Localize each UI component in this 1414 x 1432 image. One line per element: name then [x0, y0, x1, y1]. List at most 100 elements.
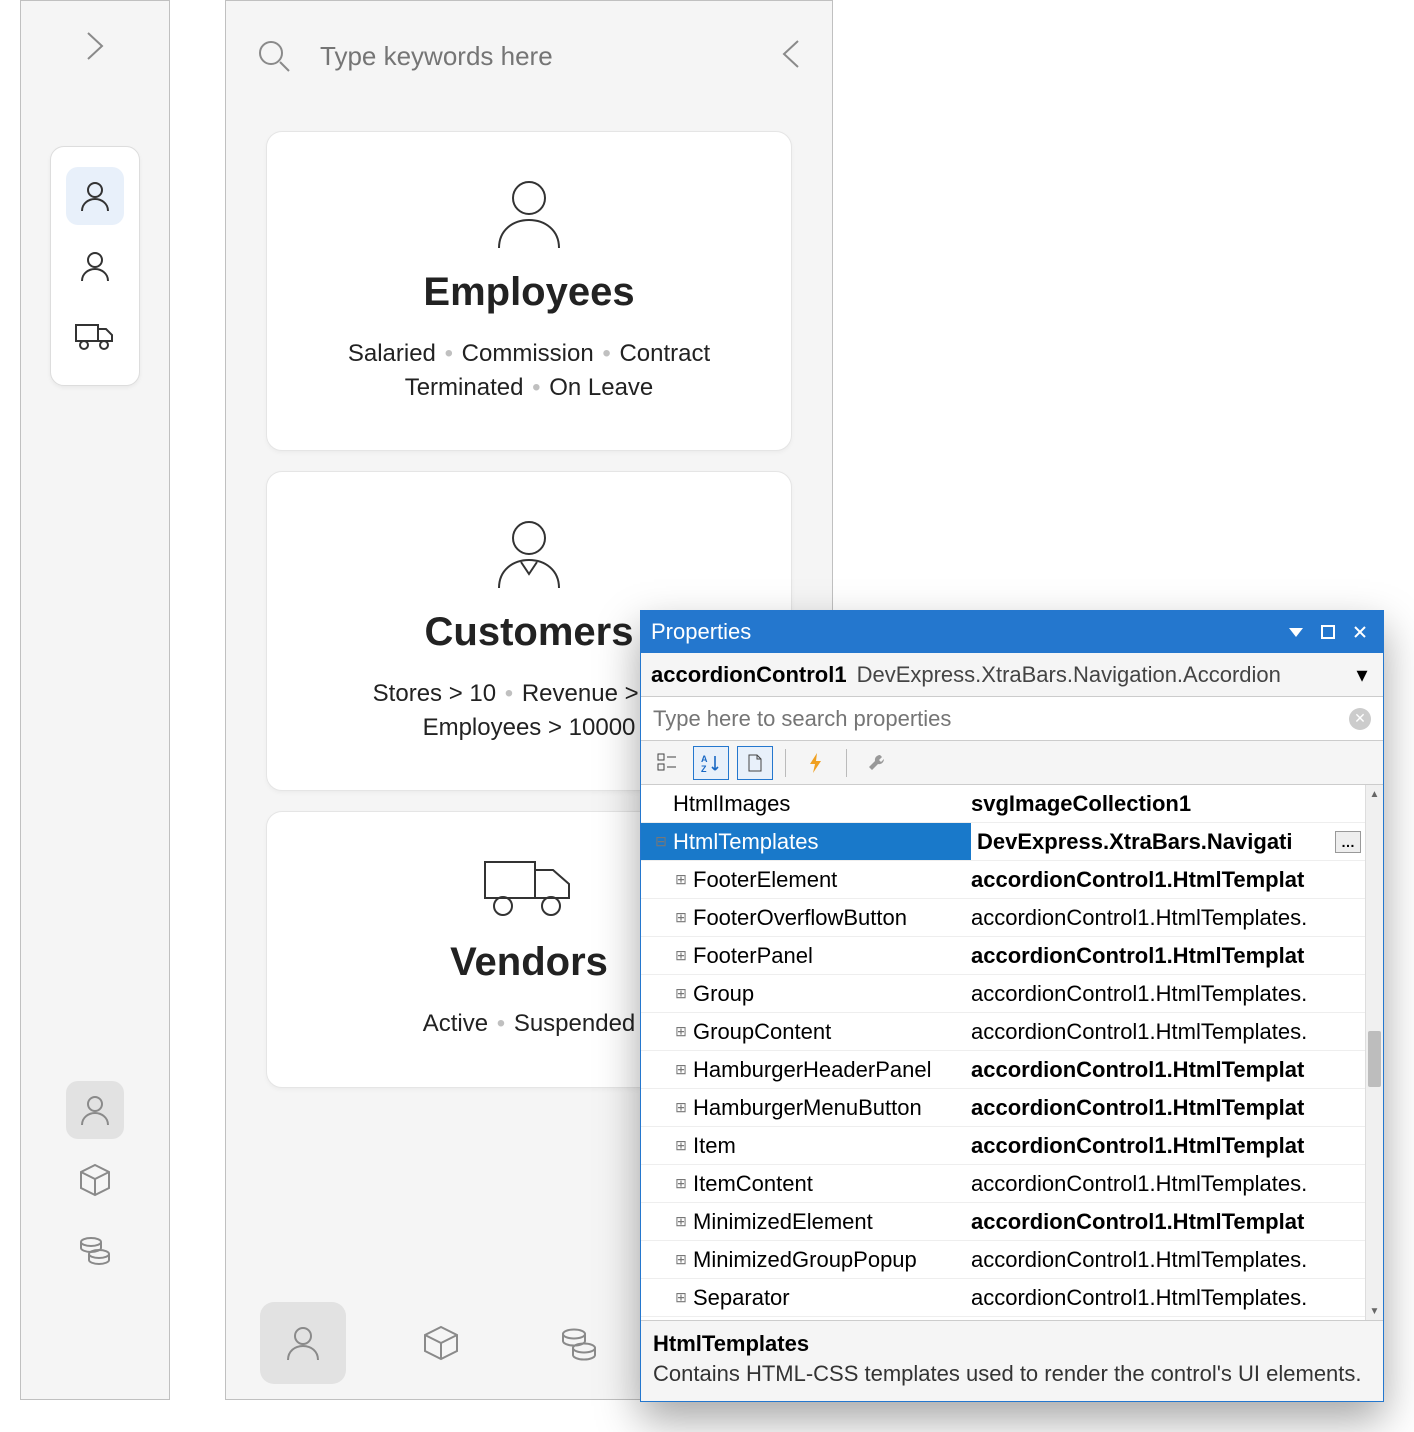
properties-title-bar[interactable]: Properties: [641, 611, 1383, 653]
property-value: accordionControl1.HtmlTemplates.: [971, 1285, 1365, 1311]
property-row[interactable]: ⊞FooterOverflowButtonaccordionControl1.H…: [641, 899, 1365, 937]
expand-icon[interactable]: ⊞: [671, 1099, 691, 1116]
ellipsis-button[interactable]: …: [1335, 831, 1361, 853]
property-row[interactable]: ⊞ItemContentaccordionControl1.HtmlTempla…: [641, 1165, 1365, 1203]
card-title: Customers: [425, 610, 634, 655]
categorized-button[interactable]: [649, 746, 685, 780]
scroll-up-icon[interactable]: ▲: [1366, 785, 1383, 803]
footer-coins-button[interactable]: [536, 1302, 622, 1384]
lightning-icon: [807, 752, 825, 774]
tag: Contract: [619, 340, 710, 367]
wrench-button[interactable]: [859, 746, 895, 780]
svg-text:Z: Z: [701, 764, 707, 773]
properties-search-input[interactable]: [653, 706, 1349, 732]
chevron-right-icon: [84, 29, 106, 63]
tag: Commission: [462, 340, 594, 367]
chevron-left-icon: [780, 37, 802, 71]
window-close-icon[interactable]: [1347, 619, 1373, 645]
properties-object-selector[interactable]: accordionControl1 DevExpress.XtraBars.Na…: [641, 653, 1383, 697]
search-input[interactable]: [320, 41, 780, 72]
tag: Employees > 10000: [423, 714, 636, 741]
property-name: HtmlTemplates: [671, 829, 971, 855]
expand-icon[interactable]: ⊞: [671, 985, 691, 1002]
expand-button[interactable]: [21, 1, 169, 91]
dropdown-icon[interactable]: ▾: [1351, 662, 1373, 688]
expand-icon[interactable]: ⊞: [671, 1251, 691, 1268]
card-tags: Stores > 10 • Revenue > 100Employees > 1…: [373, 677, 686, 744]
property-row[interactable]: ⊟HtmlTemplatesDevExpress.XtraBars.Naviga…: [641, 823, 1365, 861]
property-value: accordionControl1.HtmlTemplat: [971, 867, 1365, 893]
card-employees[interactable]: Employees Salaried • Commission • Contra…: [266, 131, 792, 451]
expand-icon[interactable]: ⊞: [671, 1175, 691, 1192]
property-row[interactable]: ⊞MinimizedGroupPopupaccordionControl1.Ht…: [641, 1241, 1365, 1279]
mini-item-vendors[interactable]: [66, 307, 124, 365]
person-icon: [78, 1093, 112, 1127]
property-value: accordionControl1.HtmlTemplates.: [971, 1171, 1365, 1197]
expand-icon[interactable]: ⊞: [671, 947, 691, 964]
scroll-thumb[interactable]: [1368, 1031, 1381, 1087]
window-maximize-icon[interactable]: [1315, 619, 1341, 645]
expand-icon[interactable]: ⊞: [671, 1213, 691, 1230]
tag: Stores > 10: [373, 680, 496, 707]
property-name: Item: [691, 1133, 971, 1159]
mini-item-customers[interactable]: [66, 237, 124, 295]
property-name: FooterPanel: [691, 943, 971, 969]
expand-icon[interactable]: ⊞: [671, 1289, 691, 1306]
property-row[interactable]: ⊞FooterElementaccordionControl1.HtmlTemp…: [641, 861, 1365, 899]
sort-az-icon: AZ: [701, 753, 721, 773]
property-name: MinimizedGroupPopup: [691, 1247, 971, 1273]
property-row[interactable]: ⊞MinimizedElementaccordionControl1.HtmlT…: [641, 1203, 1365, 1241]
card-tags: Active • Suspended: [423, 1007, 636, 1041]
property-value[interactable]: DevExpress.XtraBars.Navigati…: [971, 823, 1365, 860]
events-button[interactable]: [798, 746, 834, 780]
page-icon: [745, 753, 765, 773]
property-name: Separator: [691, 1285, 971, 1311]
collapse-icon[interactable]: ⊟: [651, 833, 671, 850]
mini-item-employees[interactable]: [66, 167, 124, 225]
mini-footer-package[interactable]: [66, 1151, 124, 1209]
tag: Terminated: [405, 374, 524, 401]
property-row[interactable]: ⊞GroupaccordionControl1.HtmlTemplates.: [641, 975, 1365, 1013]
alphabetical-button[interactable]: AZ: [693, 746, 729, 780]
wrench-icon: [866, 752, 888, 774]
property-row[interactable]: HtmlImagessvgImageCollection1: [641, 785, 1365, 823]
expand-icon[interactable]: ⊞: [671, 1023, 691, 1040]
expand-icon[interactable]: ⊞: [671, 909, 691, 926]
property-row[interactable]: ⊞FooterPanelaccordionControl1.HtmlTempla…: [641, 937, 1365, 975]
property-name: FooterOverflowButton: [691, 905, 971, 931]
expand-icon[interactable]: ⊞: [671, 871, 691, 888]
property-row[interactable]: ⊞SeparatoraccordionControl1.HtmlTemplate…: [641, 1279, 1365, 1317]
properties-grid: HtmlImagessvgImageCollection1⊟HtmlTempla…: [641, 785, 1383, 1320]
mini-footer-coins[interactable]: [66, 1221, 124, 1279]
property-row[interactable]: ⊞HamburgerMenuButtonaccordionControl1.Ht…: [641, 1089, 1365, 1127]
clear-search-icon[interactable]: ✕: [1349, 708, 1371, 730]
collapse-button[interactable]: [780, 37, 802, 76]
person-icon: [489, 172, 569, 252]
minimized-top-group: [50, 146, 140, 386]
scroll-down-icon[interactable]: ▼: [1366, 1302, 1383, 1320]
package-icon: [77, 1162, 113, 1198]
mini-footer-user[interactable]: [66, 1081, 124, 1139]
property-value: accordionControl1.HtmlTemplates.: [971, 981, 1365, 1007]
toolbar-separator: [846, 749, 847, 777]
expand-icon[interactable]: ⊞: [671, 1061, 691, 1078]
footer-user-button[interactable]: [260, 1302, 346, 1384]
properties-help-panel: HtmlTemplates Contains HTML-CSS template…: [641, 1320, 1383, 1401]
property-name: Group: [691, 981, 971, 1007]
property-name: FooterElement: [691, 867, 971, 893]
property-name: ItemContent: [691, 1171, 971, 1197]
properties-title: Properties: [651, 619, 751, 645]
person-icon: [78, 179, 112, 213]
window-options-icon[interactable]: [1283, 619, 1309, 645]
footer-package-button[interactable]: [398, 1302, 484, 1384]
object-type: DevExpress.XtraBars.Navigation.Accordion: [857, 662, 1351, 688]
property-pages-button[interactable]: [737, 746, 773, 780]
property-row[interactable]: ⊞ItemaccordionControl1.HtmlTemplat: [641, 1127, 1365, 1165]
property-row[interactable]: ⊞HamburgerHeaderPanelaccordionControl1.H…: [641, 1051, 1365, 1089]
properties-scrollbar[interactable]: ▲ ▼: [1365, 785, 1383, 1320]
property-row[interactable]: ⊞GroupContentaccordionControl1.HtmlTempl…: [641, 1013, 1365, 1051]
categorized-icon: [657, 753, 677, 773]
expand-icon[interactable]: ⊞: [671, 1137, 691, 1154]
property-name: HamburgerMenuButton: [691, 1095, 971, 1121]
property-value: accordionControl1.HtmlTemplat: [971, 943, 1365, 969]
